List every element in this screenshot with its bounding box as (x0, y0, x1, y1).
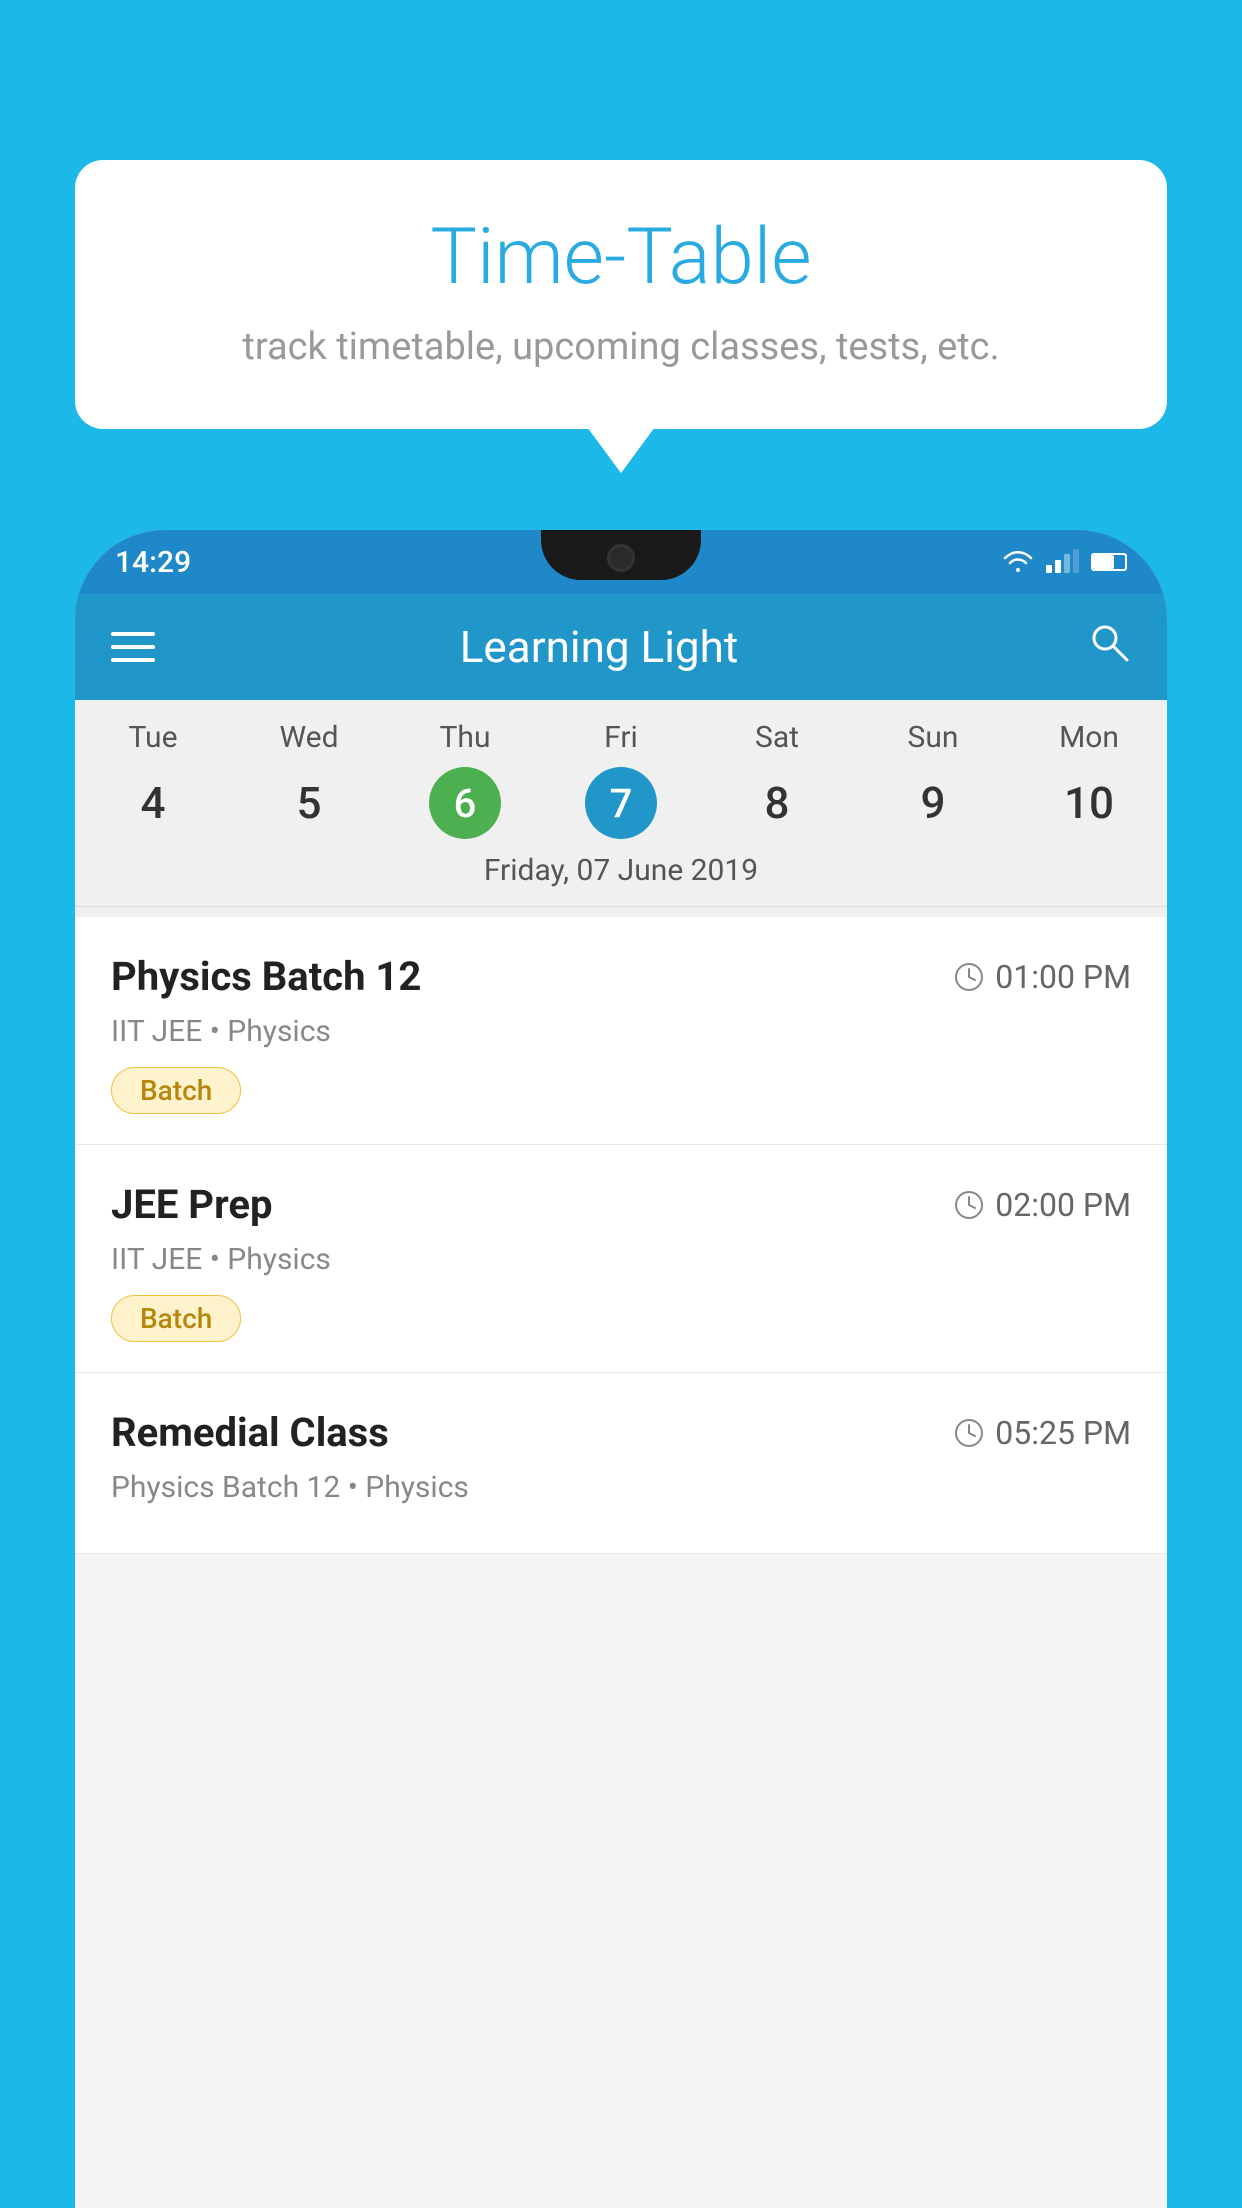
batch-badge-2: Batch (111, 1295, 241, 1342)
calendar-day-8[interactable]: 8 (699, 767, 855, 839)
clock-icon-2 (953, 1189, 985, 1221)
status-icons (1002, 550, 1127, 574)
status-time: 14:29 (115, 545, 191, 580)
day-tue: Tue (75, 720, 231, 755)
app-title: Learning Light (185, 621, 1013, 673)
front-camera (607, 544, 635, 572)
tooltip-title: Time-Table (135, 215, 1107, 301)
tooltip-subtitle: track timetable, upcoming classes, tests… (135, 325, 1107, 369)
day-fri: Fri (543, 720, 699, 755)
class-item-3[interactable]: Remedial Class 05:25 PM Physics Batch 12… (75, 1373, 1167, 1554)
clock-icon-3 (953, 1417, 985, 1449)
class-subject-2: IIT JEE • Physics (111, 1242, 1131, 1277)
calendar-day-10[interactable]: 10 (1011, 767, 1167, 839)
signal-icon (1046, 551, 1079, 573)
class-item-2[interactable]: JEE Prep 02:00 PM IIT JEE • Physics Batc… (75, 1145, 1167, 1373)
day-thu: Thu (387, 720, 543, 755)
search-button[interactable] (1087, 620, 1131, 675)
calendar-day-7-selected[interactable]: 7 (585, 767, 657, 839)
calendar-day-9[interactable]: 9 (855, 767, 1011, 839)
class-name-2: JEE Prep (111, 1181, 272, 1228)
class-header-3: Remedial Class 05:25 PM (111, 1409, 1131, 1456)
class-item-1[interactable]: Physics Batch 12 01:00 PM IIT JEE • Phys… (75, 917, 1167, 1145)
class-time-2: 02:00 PM (953, 1186, 1131, 1224)
day-sat: Sat (699, 720, 855, 755)
class-time-1: 01:00 PM (953, 958, 1131, 996)
day-numbers-row: 4 5 6 7 8 9 10 (75, 767, 1167, 839)
day-wed: Wed (231, 720, 387, 755)
calendar-strip: Tue Wed Thu Fri Sat Sun Mon 4 5 6 7 8 9 … (75, 700, 1167, 917)
selected-date: Friday, 07 June 2019 (75, 839, 1167, 907)
menu-button[interactable] (111, 632, 155, 662)
class-name-3: Remedial Class (111, 1409, 389, 1456)
calendar-day-6-today[interactable]: 6 (429, 767, 501, 839)
batch-badge-1: Batch (111, 1067, 241, 1114)
class-header-2: JEE Prep 02:00 PM (111, 1181, 1131, 1228)
phone-frame: 14:29 (75, 530, 1167, 2208)
phone-screen: 14:29 (75, 530, 1167, 2208)
app-bar: Learning Light (75, 594, 1167, 700)
class-subject-1: IIT JEE • Physics (111, 1014, 1131, 1049)
phone-notch (541, 530, 701, 580)
day-sun: Sun (855, 720, 1011, 755)
class-time-3: 05:25 PM (953, 1414, 1131, 1452)
class-header-1: Physics Batch 12 01:00 PM (111, 953, 1131, 1000)
class-subject-3: Physics Batch 12 • Physics (111, 1470, 1131, 1505)
calendar-day-4[interactable]: 4 (75, 767, 231, 839)
tooltip-card: Time-Table track timetable, upcoming cla… (75, 160, 1167, 429)
clock-icon-1 (953, 961, 985, 993)
battery-icon (1091, 553, 1127, 571)
day-names-row: Tue Wed Thu Fri Sat Sun Mon (75, 720, 1167, 755)
class-name-1: Physics Batch 12 (111, 953, 421, 1000)
day-mon: Mon (1011, 720, 1167, 755)
wifi-icon (1002, 550, 1034, 574)
class-list: Physics Batch 12 01:00 PM IIT JEE • Phys… (75, 917, 1167, 1554)
calendar-day-5[interactable]: 5 (231, 767, 387, 839)
